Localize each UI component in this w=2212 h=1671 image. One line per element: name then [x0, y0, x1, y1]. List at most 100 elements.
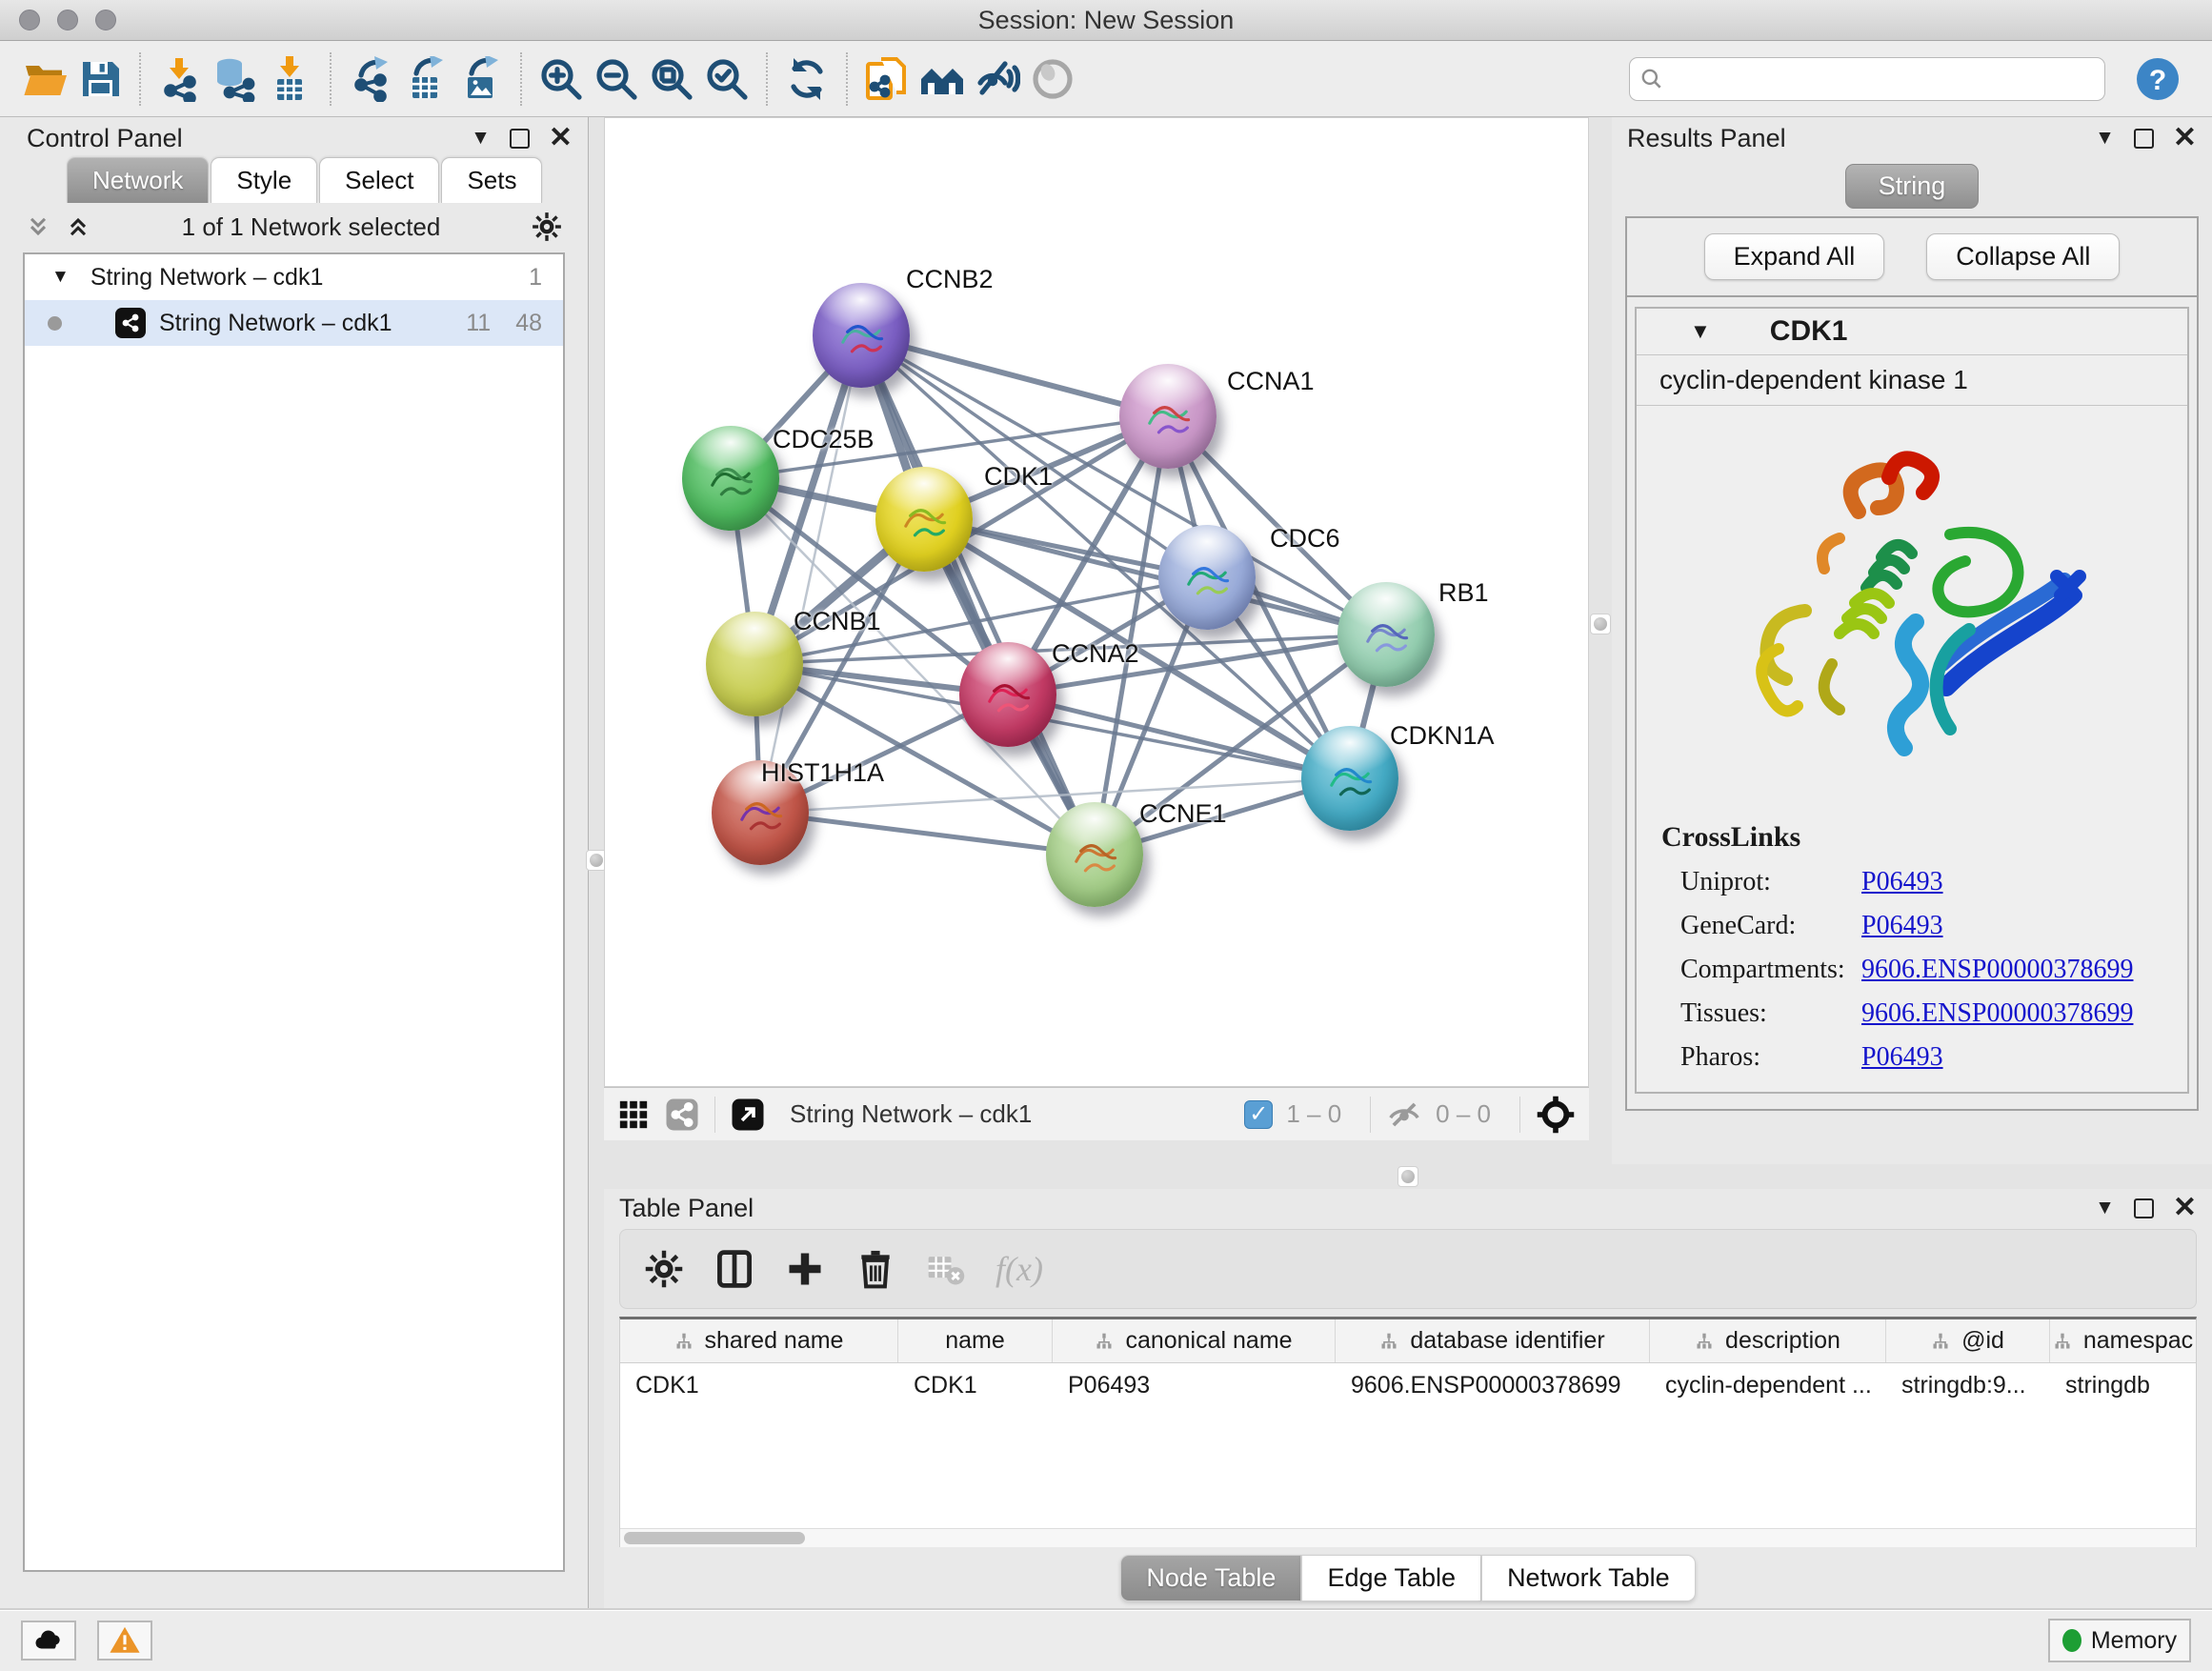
control-panel-close-icon[interactable]: ✕ [549, 129, 573, 148]
network-options-gear-icon[interactable] [531, 211, 563, 243]
column-header-namespace[interactable]: namespac [2050, 1319, 2196, 1362]
zoom-selected-icon[interactable] [699, 51, 754, 107]
network-node-ccna2[interactable] [959, 642, 1056, 747]
crosslink-compartments[interactable]: 9606.ENSP00000378699 [1861, 955, 2133, 985]
expand-all-icon[interactable] [65, 213, 91, 240]
title-bar: Session: New Session [0, 0, 2212, 41]
cloud-button[interactable] [21, 1621, 76, 1661]
network-view-title: String Network – cdk1 [790, 1099, 1244, 1129]
collapse-all-button[interactable]: Collapse All [1926, 233, 2120, 280]
collection-expander-icon[interactable]: ▼ [51, 267, 70, 288]
hide-labels-icon[interactable] [970, 51, 1025, 107]
network-node-rb1[interactable] [1337, 582, 1435, 687]
network-node-ccnb2[interactable] [813, 283, 910, 388]
save-session-icon[interactable] [72, 51, 128, 107]
column-header-database-identifier[interactable]: database identifier [1336, 1319, 1650, 1362]
tab-network-table[interactable]: Network Table [1481, 1555, 1696, 1601]
network-canvas[interactable]: CCNB2CCNA1CDC25BCDK1CDC6RB1CCNB1CCNA2CDK… [604, 117, 1589, 1087]
network-node-ccnb1[interactable] [706, 612, 803, 716]
node-label-cdkn1a: CDKN1A [1390, 721, 1495, 751]
memory-button[interactable]: Memory [2048, 1619, 2191, 1662]
crosslink-pharos[interactable]: P06493 [1861, 1042, 1943, 1073]
control-panel-menu-icon[interactable]: ▼ [471, 127, 491, 150]
column-header-name[interactable]: name [898, 1319, 1053, 1362]
gene-expander-icon[interactable]: ▼ [1690, 319, 1711, 344]
left-splitter[interactable] [589, 117, 604, 1608]
search-box[interactable] [1629, 57, 2105, 101]
column-header-description[interactable]: description [1650, 1319, 1886, 1362]
import-table-icon[interactable] [263, 51, 318, 107]
tab-node-table[interactable]: Node Table [1120, 1555, 1301, 1601]
tab-string[interactable]: String [1845, 164, 1980, 209]
network-node-cdkn1a[interactable] [1301, 726, 1398, 831]
search-icon [1639, 67, 1664, 91]
table-panel-menu-icon[interactable]: ▼ [2095, 1197, 2115, 1219]
clone-network-icon[interactable] [859, 51, 915, 107]
tab-style[interactable]: Style [211, 157, 317, 203]
import-database-icon[interactable] [208, 51, 263, 107]
tab-sets[interactable]: Sets [441, 157, 542, 203]
select-columns-icon[interactable] [714, 1248, 755, 1290]
network-row[interactable]: String Network – cdk1 11 48 [25, 300, 563, 346]
results-panel-menu-icon[interactable]: ▼ [2095, 127, 2115, 150]
import-network-icon[interactable] [152, 51, 208, 107]
render-sphere-icon [1025, 51, 1080, 107]
right-splitter[interactable] [1589, 117, 1612, 1164]
refresh-icon[interactable] [779, 51, 835, 107]
grid-view-icon[interactable] [617, 1098, 650, 1131]
results-panel-close-icon[interactable]: ✕ [2173, 129, 2197, 148]
crosslink-label: Pharos: [1680, 1042, 1861, 1073]
control-panel-float-icon[interactable] [510, 129, 530, 149]
crosslink-uniprot[interactable]: P06493 [1861, 867, 1943, 897]
node-label-ccnb1: CCNB1 [794, 607, 881, 636]
gene-header[interactable]: ▼ CDK1 [1637, 309, 2187, 354]
results-panel-float-icon[interactable] [2134, 129, 2154, 149]
search-input[interactable] [1672, 65, 2095, 92]
tab-edge-table[interactable]: Edge Table [1301, 1555, 1481, 1601]
table-panel-float-icon[interactable] [2134, 1198, 2154, 1218]
zoom-fit-icon[interactable] [644, 51, 699, 107]
network-node-cdk1[interactable] [875, 467, 973, 572]
node-label-ccnb2: CCNB2 [906, 265, 994, 294]
string-home-icon[interactable] [915, 51, 970, 107]
export-table-icon[interactable] [398, 51, 453, 107]
collapse-all-icon[interactable] [25, 213, 51, 240]
network-collection-row[interactable]: ▼ String Network – cdk1 1 [25, 254, 563, 300]
network-share-icon[interactable] [665, 1097, 699, 1132]
network-node-ccna1[interactable] [1119, 364, 1217, 469]
table-horizontal-scrollbar[interactable] [620, 1528, 2196, 1547]
open-in-new-window-icon[interactable] [731, 1097, 765, 1132]
help-icon[interactable]: ? [2130, 51, 2185, 107]
tab-network[interactable]: Network [67, 157, 209, 203]
column-header-at-id[interactable]: @id [1886, 1319, 2050, 1362]
scrollbar-thumb[interactable] [624, 1532, 805, 1544]
expand-all-button[interactable]: Expand All [1704, 233, 1885, 280]
delete-column-icon[interactable] [855, 1248, 896, 1290]
network-edge[interactable] [861, 335, 1095, 855]
node-label-cdc6: CDC6 [1270, 524, 1340, 554]
tab-select[interactable]: Select [319, 157, 439, 203]
table-panel-close-icon[interactable]: ✕ [2173, 1198, 2197, 1218]
network-node-cdc25b[interactable] [682, 426, 779, 531]
crosslink-tissues[interactable]: 9606.ENSP00000378699 [1861, 998, 2133, 1029]
export-network-icon[interactable] [343, 51, 398, 107]
zoom-out-icon[interactable] [589, 51, 644, 107]
column-header-shared-name[interactable]: shared name [620, 1319, 898, 1362]
table-row[interactable]: CDK1 CDK1 P06493 9606.ENSP00000378699 cy… [620, 1363, 2196, 1407]
export-image-icon[interactable] [453, 51, 509, 107]
hidden-eye-icon[interactable] [1386, 1097, 1422, 1133]
open-session-icon[interactable] [17, 51, 72, 107]
selected-checkbox-icon[interactable]: ✓ [1244, 1100, 1273, 1129]
crosslink-genecard[interactable]: P06493 [1861, 911, 1943, 941]
zoom-in-icon[interactable] [533, 51, 589, 107]
warning-button[interactable] [97, 1621, 152, 1661]
table-gear-icon[interactable] [643, 1248, 685, 1290]
network-node-ccne1[interactable] [1046, 802, 1143, 907]
network-edge[interactable] [760, 335, 861, 813]
column-header-canonical-name[interactable]: canonical name [1053, 1319, 1336, 1362]
network-edge[interactable] [760, 813, 1095, 855]
table-panel-splitter[interactable] [604, 1164, 2212, 1189]
network-node-cdc6[interactable] [1158, 525, 1256, 630]
add-column-icon[interactable] [784, 1248, 826, 1290]
move-crosshair-icon[interactable] [1536, 1095, 1576, 1135]
